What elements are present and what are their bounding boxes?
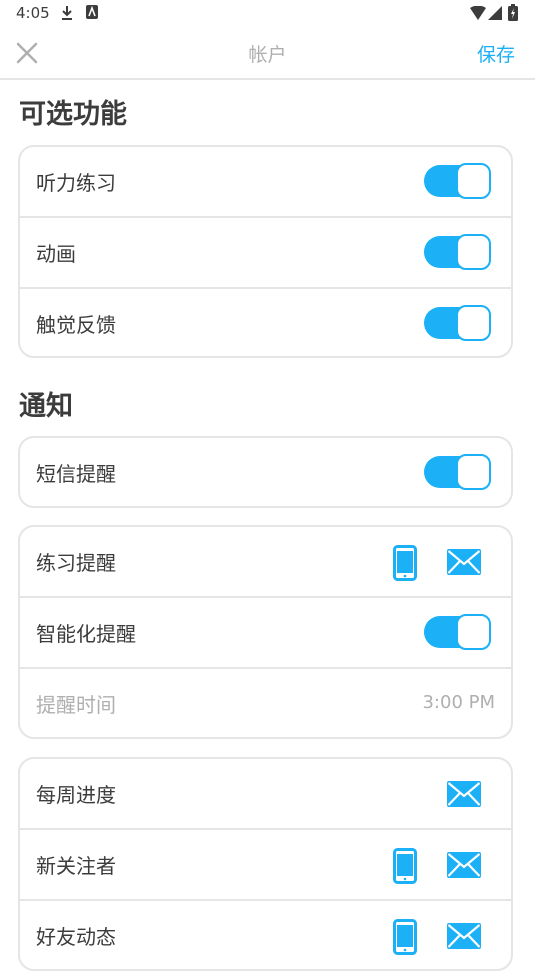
setting-row-smart-reminder: 智能化提醒 (20, 598, 511, 669)
signal-icon (488, 6, 502, 20)
email-icon[interactable] (447, 923, 481, 949)
setting-row-sms: 短信提醒 (20, 438, 511, 506)
setting-label-smart-reminder: 智能化提醒 (36, 622, 136, 646)
battery-icon (508, 4, 518, 21)
section-title-optional: 可选功能 (19, 99, 127, 130)
other-notifications-card: 每周进度 新关注者 好友动态 (18, 757, 513, 971)
setting-label-reminder-time: 提醒时间 (36, 693, 116, 717)
status-time: 4:05 (16, 4, 50, 22)
setting-label-new-followers: 新关注者 (36, 854, 116, 878)
download-icon (62, 6, 72, 20)
section-title-notifications: 通知 (19, 391, 73, 422)
reminder-time-value[interactable]: 3:00 PM (422, 692, 495, 713)
practice-reminder-card: 练习提醒 智能化提醒 提醒时间 3:00 PM (18, 525, 513, 739)
setting-row-haptic: 触觉反馈 (20, 289, 511, 356)
status-bar: 4:05 (0, 0, 535, 28)
app-notification-icon (86, 5, 98, 19)
listening-toggle[interactable] (424, 163, 491, 199)
save-button[interactable]: 保存 (477, 40, 515, 67)
setting-label-friend-activity: 好友动态 (36, 925, 116, 949)
setting-label-animation: 动画 (36, 242, 76, 266)
haptic-toggle[interactable] (424, 305, 491, 341)
setting-row-animation: 动画 (20, 218, 511, 289)
setting-label-practice: 练习提醒 (36, 551, 116, 575)
sms-toggle[interactable] (424, 454, 491, 490)
setting-row-listening: 听力练习 (20, 147, 511, 218)
setting-label-listening: 听力练习 (36, 171, 116, 195)
sms-card: 短信提醒 (18, 436, 513, 508)
setting-label-haptic: 触觉反馈 (36, 313, 116, 337)
setting-row-weekly-progress: 每周进度 (20, 759, 511, 830)
setting-row-reminder-time[interactable]: 提醒时间 3:00 PM (20, 669, 511, 737)
smart-reminder-toggle[interactable] (424, 614, 491, 650)
setting-row-practice: 练习提醒 (20, 527, 511, 598)
wifi-icon (470, 6, 486, 20)
page-title: 帐户 (248, 44, 287, 66)
email-icon[interactable] (447, 781, 481, 807)
setting-label-weekly-progress: 每周进度 (36, 783, 116, 807)
animation-toggle[interactable] (424, 234, 491, 270)
phone-icon[interactable] (393, 919, 417, 955)
email-icon[interactable] (447, 852, 481, 878)
email-icon[interactable] (447, 549, 481, 575)
header-bar: 帐户 保存 (0, 28, 535, 80)
setting-row-friend-activity: 好友动态 (20, 901, 511, 969)
phone-icon[interactable] (393, 545, 417, 581)
optional-features-card: 听力练习 动画 触觉反馈 (18, 145, 513, 358)
phone-icon[interactable] (393, 848, 417, 884)
setting-label-sms: 短信提醒 (36, 462, 116, 486)
setting-row-new-followers: 新关注者 (20, 830, 511, 901)
